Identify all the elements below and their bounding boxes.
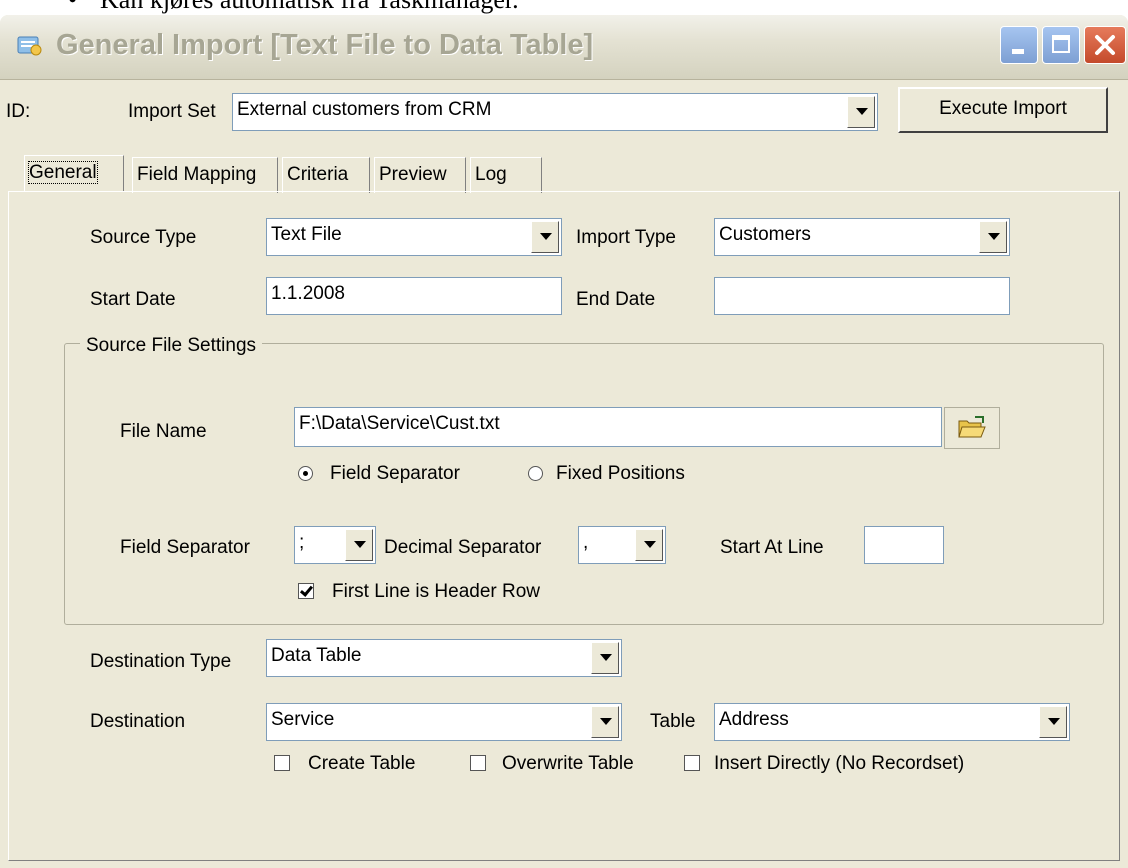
close-button[interactable] <box>1084 26 1126 64</box>
source-type-value: Text File <box>271 224 342 245</box>
open-folder-icon <box>958 416 986 438</box>
chevron-down-icon[interactable] <box>979 221 1007 253</box>
maximize-button[interactable] <box>1042 26 1080 64</box>
source-type-combo[interactable]: Text File <box>266 218 562 256</box>
import-type-value: Customers <box>719 224 811 245</box>
minimize-button[interactable] <box>1000 26 1038 64</box>
overwrite-table-label[interactable]: Overwrite Table <box>502 753 634 775</box>
document-text: Kan kjøres automatisk fra Taskmanager. <box>100 0 519 13</box>
tab-preview[interactable]: Preview <box>374 157 466 193</box>
close-icon <box>1095 35 1115 55</box>
table-combo[interactable]: Address <box>714 703 1070 741</box>
tab-label: General <box>28 161 98 184</box>
header-row-checkbox[interactable] <box>298 583 314 599</box>
start-date-input[interactable]: 1.1.2008 <box>266 277 562 315</box>
source-type-label: Source Type <box>90 227 197 248</box>
general-import-window: General Import [Text File to Data Table]… <box>0 15 1128 868</box>
chevron-down-icon[interactable] <box>591 642 619 674</box>
window-title: General Import [Text File to Data Table] <box>56 29 594 61</box>
field-separator-combo[interactable]: ; <box>294 526 376 564</box>
destination-type-label: Destination Type <box>90 651 232 672</box>
chevron-down-icon[interactable] <box>1039 706 1067 738</box>
chevron-down-icon[interactable] <box>591 706 619 738</box>
import-type-combo[interactable]: Customers <box>714 218 1010 256</box>
field-separator-radio[interactable] <box>298 466 313 481</box>
browse-button[interactable] <box>944 407 1000 449</box>
source-file-settings-title: Source File Settings <box>80 335 263 357</box>
bullet: • <box>68 0 77 13</box>
import-set-value: External customers from CRM <box>237 99 492 120</box>
end-date-label: End Date <box>576 289 656 310</box>
tab-log[interactable]: Log <box>470 157 542 193</box>
file-name-label: File Name <box>120 421 207 442</box>
create-table-checkbox[interactable] <box>274 755 290 771</box>
table-value: Address <box>719 709 789 730</box>
chevron-down-icon[interactable] <box>847 96 875 128</box>
start-at-line-label: Start At Line <box>720 537 824 558</box>
decimal-separator-value: , <box>583 532 589 553</box>
start-date-label: Start Date <box>90 289 176 310</box>
chevron-down-icon[interactable] <box>531 221 559 253</box>
fixed-positions-radio[interactable] <box>528 466 543 481</box>
execute-import-button[interactable]: Execute Import <box>898 87 1108 133</box>
destination-label: Destination <box>90 711 186 732</box>
field-separator-value: ; <box>299 532 305 553</box>
chevron-down-icon[interactable] <box>345 529 373 561</box>
import-app-icon <box>17 36 42 56</box>
decimal-separator-label: Decimal Separator <box>384 537 542 558</box>
destination-type-combo[interactable]: Data Table <box>266 639 622 677</box>
header-row-label[interactable]: First Line is Header Row <box>332 581 540 603</box>
table-label: Table <box>650 711 696 732</box>
overwrite-table-checkbox[interactable] <box>470 755 486 771</box>
minimize-icon <box>1012 49 1024 54</box>
insert-directly-checkbox[interactable] <box>684 755 700 771</box>
id-label: ID: <box>6 101 31 122</box>
file-name-input[interactable]: F:\Data\Service\Cust.txt <box>294 407 942 447</box>
tab-criteria[interactable]: Criteria <box>282 157 370 193</box>
start-at-line-input[interactable] <box>864 526 944 564</box>
title-bar[interactable]: General Import [Text File to Data Table] <box>0 15 1128 80</box>
destination-value: Service <box>271 709 335 730</box>
destination-combo[interactable]: Service <box>266 703 622 741</box>
decimal-separator-combo[interactable]: , <box>578 526 666 564</box>
chevron-down-icon[interactable] <box>635 529 663 561</box>
field-separator-radio-label[interactable]: Field Separator <box>330 463 460 485</box>
destination-type-value: Data Table <box>271 645 362 666</box>
tab-general[interactable]: General <box>24 155 124 191</box>
import-set-label: Import Set <box>128 101 216 122</box>
tab-field-mapping[interactable]: Field Mapping <box>132 157 278 193</box>
fixed-positions-radio-label[interactable]: Fixed Positions <box>556 463 685 485</box>
import-type-label: Import Type <box>576 227 676 248</box>
maximize-icon <box>1052 35 1070 53</box>
import-set-combo[interactable]: External customers from CRM <box>232 93 878 131</box>
field-separator-label: Field Separator <box>120 537 250 558</box>
end-date-input[interactable] <box>714 277 1010 315</box>
insert-directly-label[interactable]: Insert Directly (No Recordset) <box>714 753 964 775</box>
document-line: • Kan kjøres automatisk fra Taskmanager. <box>0 0 1128 14</box>
create-table-label[interactable]: Create Table <box>308 753 415 775</box>
